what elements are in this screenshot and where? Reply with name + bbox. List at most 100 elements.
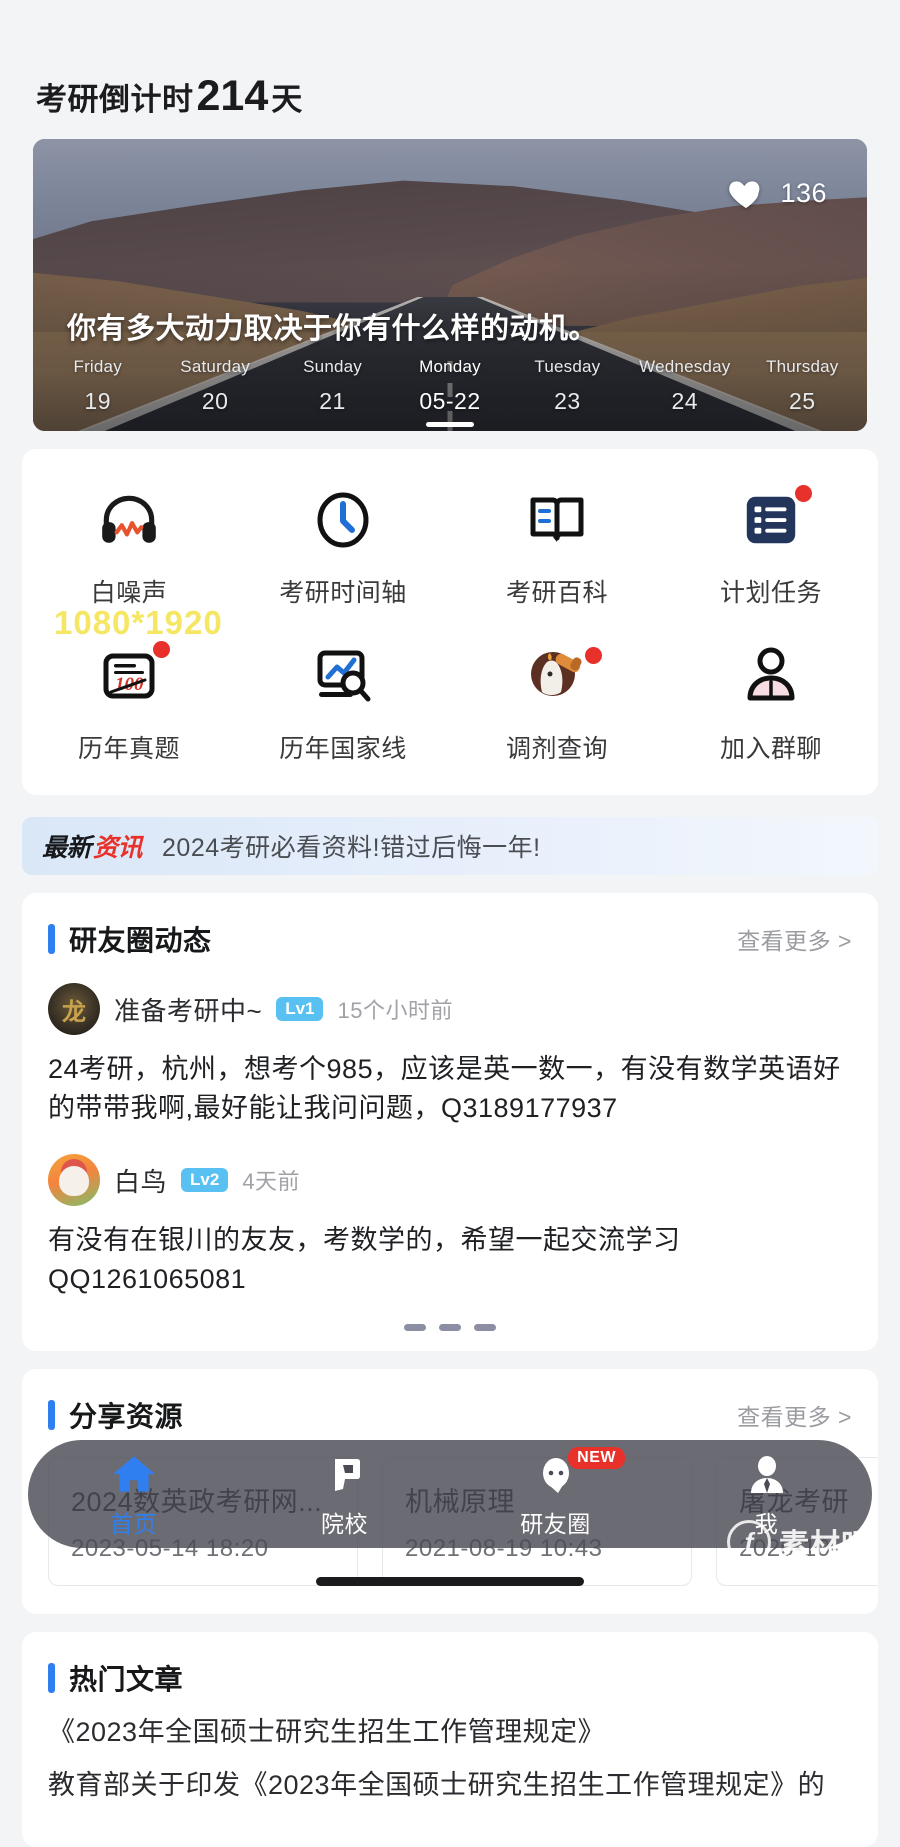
telescope-icon (520, 639, 602, 713)
feature-encyclopedia[interactable]: 考研百科 (450, 471, 664, 613)
like-button[interactable]: 136 (726, 173, 827, 213)
avatar[interactable] (48, 983, 100, 1035)
home-indicator (316, 1577, 584, 1586)
post-header: 白鸟 Lv2 4天前 (48, 1154, 852, 1207)
feature-label: 加入群聊 (719, 735, 822, 763)
resources-section-header: 分享资源 查看更多 > (22, 1369, 878, 1435)
feature-timeline[interactable]: 考研时间轴 (236, 471, 450, 613)
day-number: 25 (788, 388, 816, 414)
resources-more-link[interactable]: 查看更多 > (737, 1398, 852, 1432)
feature-plan-tasks[interactable]: 计划任务 (664, 471, 878, 613)
feature-label: 考研时间轴 (279, 579, 407, 607)
level-badge: Lv2 (181, 1168, 229, 1193)
day-item[interactable]: Tuesday 23 (509, 357, 626, 415)
articles-section-header: 热门文章 (22, 1632, 878, 1698)
notification-badge (585, 647, 602, 664)
open-book-icon (520, 483, 594, 557)
feed-post[interactable]: 准备考研中~ Lv1 15个小时前 24考研，杭州，想考个985，应该是英一数一… (48, 965, 852, 1128)
post-text: 24考研，杭州，想考个985，应该是英一数一，有没有数学英语好的带带我啊,最好能… (48, 1054, 841, 1124)
nav-item-schools[interactable]: 院校 (239, 1449, 450, 1539)
feed-section-header: 研友圈动态 查看更多 > (22, 893, 878, 959)
feature-label: 调剂查询 (505, 735, 608, 763)
day-name: Wednesday (639, 357, 731, 376)
countdown-days: 214 (196, 72, 269, 120)
day-number: 24 (671, 388, 699, 414)
nav-label: 研友圈 (520, 1511, 591, 1537)
nav-item-community[interactable]: NEW 研友圈 (450, 1447, 661, 1539)
post-author: 准备考研中~ (114, 995, 263, 1026)
feature-national-lines[interactable]: 历年国家线 (236, 627, 450, 769)
feed-card: 研友圈动态 查看更多 > 准备考研中~ Lv1 15个小时前 24考研，杭州，想… (22, 893, 878, 1351)
new-badge: NEW (568, 1447, 625, 1469)
feature-label: 白噪声 (90, 579, 168, 607)
week-strip[interactable]: Friday 19 Saturday 20 Sunday 21 Monday 0… (33, 357, 867, 415)
headphones-icon (92, 483, 166, 557)
feature-grid-row: 100 历年真题 (22, 627, 878, 769)
day-number: 05-22 (419, 388, 481, 414)
section-accent-bar (48, 1399, 55, 1430)
carousel-dot[interactable] (404, 1323, 426, 1331)
news-banner[interactable]: 最新 资讯 2024考研必看资料!错过后悔一年! (22, 817, 878, 875)
section-accent-bar (48, 1662, 55, 1693)
nav-label: 我 (754, 1511, 779, 1537)
day-name: Tuesday (534, 357, 601, 376)
day-number: 23 (554, 388, 581, 414)
person-icon (741, 1449, 793, 1501)
avatar[interactable] (48, 1154, 100, 1207)
post-header: 准备考研中~ Lv1 15个小时前 (48, 983, 852, 1035)
carousel-indicator[interactable] (22, 1300, 878, 1351)
carousel-dot[interactable] (439, 1323, 461, 1331)
feature-label: 计划任务 (719, 579, 822, 607)
nav-item-home[interactable]: 首页 (28, 1449, 239, 1539)
articles-title-text: 热门文章 (69, 1663, 184, 1695)
nav-label: 首页 (110, 1511, 157, 1537)
day-number: 20 (201, 388, 229, 414)
hero-banner[interactable]: 136 你有多大动力取决于你有什么样的动机。 Friday 19 Saturda… (33, 139, 867, 431)
task-list-icon (734, 483, 812, 557)
day-item[interactable]: Friday 19 (39, 357, 156, 415)
day-item-selected[interactable]: Monday 05-22 (391, 357, 508, 415)
resources-title-text: 分享资源 (69, 1400, 184, 1432)
level-badge: Lv1 (276, 997, 324, 1021)
news-text: 2024考研必看资料!错过后悔一年! (162, 834, 541, 862)
day-item[interactable]: Sunday 21 (274, 357, 391, 415)
feed-post[interactable]: 白鸟 Lv2 4天前 有没有在银川的友友，考数学的，希望一起交流学习QQ1261… (48, 1128, 852, 1299)
feed-more-link[interactable]: 查看更多 > (737, 922, 852, 956)
nav-item-profile[interactable]: 我 (661, 1449, 872, 1539)
feature-white-noise[interactable]: 白噪声 (22, 471, 236, 613)
day-item[interactable]: Saturday 20 (156, 357, 273, 415)
feed-title-text: 研友圈动态 (69, 925, 212, 956)
heart-icon (726, 173, 766, 213)
carousel-dot[interactable] (474, 1323, 496, 1331)
person-group-icon (734, 639, 808, 713)
bottom-navigation: 首页 院校 NEW 研友圈 我 (28, 1440, 872, 1548)
chart-search-icon (306, 639, 380, 713)
post-author: 白鸟 (114, 1166, 168, 1197)
feed-title: 研友圈动态 (48, 919, 212, 959)
day-item[interactable]: Thursday 25 (744, 357, 861, 415)
articles-title: 热门文章 (48, 1658, 183, 1698)
post-time: 15个小时前 (337, 998, 453, 1023)
feature-grid: 白噪声 考研时间轴 考研百科 计划任务 历年真题 历年国家线 调剂查询 加入群聊 (22, 449, 878, 795)
school-flag-icon (319, 1449, 371, 1501)
post-time: 4天前 (242, 1169, 301, 1195)
motivation-quote: 你有多大动力取决于你有什么样的动机。 (67, 313, 599, 345)
day-number: 19 (84, 388, 111, 414)
article-item[interactable]: 《2023年全国硕士研究生招生工作管理规定》 (48, 1712, 852, 1754)
feature-label: 考研百科 (505, 579, 608, 607)
like-count: 136 (780, 177, 827, 208)
feature-adjustment-query[interactable]: 调剂查询 (450, 627, 664, 769)
feature-join-group[interactable]: 加入群聊 (664, 627, 878, 769)
day-name: Sunday (303, 357, 362, 376)
exam-paper-100-icon: 100 (92, 639, 170, 713)
day-item[interactable]: Wednesday 24 (626, 357, 743, 415)
day-name: Thursday (766, 357, 839, 376)
nav-label: 院校 (321, 1511, 368, 1537)
day-name: Friday (73, 357, 122, 376)
day-number: 21 (319, 388, 346, 414)
article-item[interactable]: 教育部关于印发《2023年全国硕士研究生招生工作管理规定》的 (48, 1765, 852, 1807)
feed-list: 准备考研中~ Lv1 15个小时前 24考研，杭州，想考个985，应该是英一数一… (22, 959, 878, 1300)
countdown-label: 考研倒计时 (36, 82, 194, 117)
feature-past-papers[interactable]: 100 历年真题 (22, 627, 236, 769)
feature-grid-card: 白噪声 考研时间轴 考研百科 计划任务 历年真题 历年国家线 调剂查询 加入群聊 (22, 449, 878, 795)
